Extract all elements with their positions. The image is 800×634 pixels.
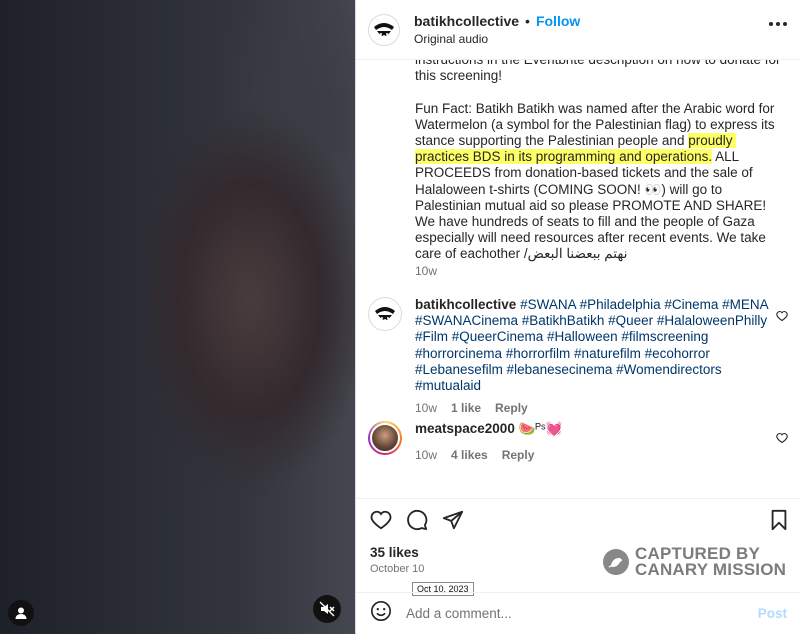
instagram-post-modal: batikhcollective • Follow Original audio… <box>0 0 800 634</box>
post-comment-button[interactable]: Post <box>758 606 787 621</box>
comment-likes[interactable]: 4 likes <box>451 447 488 463</box>
emoji-button[interactable] <box>370 600 392 627</box>
post-date[interactable]: October 10 <box>370 563 424 575</box>
watermark: CAPTURED BY CANARY MISSION <box>603 545 787 579</box>
profile-avatar[interactable] <box>368 13 400 46</box>
post-details-panel: batikhcollective • Follow Original audio… <box>355 0 800 634</box>
post-header: batikhcollective • Follow Original audio <box>356 0 800 60</box>
like-comment-button[interactable] <box>776 309 788 327</box>
likes-count[interactable]: 35 likes <box>370 545 419 560</box>
separator-dot: • <box>525 13 530 29</box>
heart-outline-icon <box>776 432 788 444</box>
follow-button[interactable]: Follow <box>536 13 580 29</box>
watermark-line-2: CANARY MISSION <box>635 560 787 579</box>
like-comment-button[interactable] <box>776 431 788 449</box>
comment-username[interactable]: batikhcollective <box>415 297 516 312</box>
share-button[interactable] <box>442 509 464 536</box>
add-comment-bar: Add a comment... Post <box>356 592 800 634</box>
caption-fun-fact-b: ALL PROCEEDS from donation-based tickets… <box>415 149 770 262</box>
tagged-users-button[interactable] <box>8 600 34 626</box>
user-icon <box>15 607 27 619</box>
post-caption: instructions in the Eventbrite descripti… <box>415 60 785 279</box>
comment-likes[interactable]: 1 like <box>451 400 481 416</box>
video-player[interactable] <box>0 0 355 634</box>
batikh-logo-icon <box>374 22 394 37</box>
caption-intro: instructions in the Eventbrite descripti… <box>415 60 780 84</box>
comment-avatar[interactable] <box>368 421 402 455</box>
comment-avatar[interactable] <box>368 297 402 331</box>
bookmark-icon <box>771 509 787 531</box>
comment-bubble-icon <box>407 509 428 531</box>
save-button[interactable] <box>769 509 789 536</box>
more-options-icon[interactable] <box>769 22 787 26</box>
like-button[interactable] <box>370 509 392 536</box>
post-author-username[interactable]: batikhcollective <box>414 13 519 29</box>
comment-item: meatspace2000 🍉ᴾˢ💓 10w 4 likes Reply <box>368 421 788 462</box>
comment-text: 🍉ᴾˢ💓 <box>518 421 563 436</box>
reply-button[interactable]: Reply <box>495 400 528 416</box>
comments-scroll-area[interactable]: instructions in the Eventbrite descripti… <box>356 60 800 498</box>
post-actions-bar <box>356 498 800 538</box>
comment-button[interactable] <box>406 509 428 536</box>
comment-time[interactable]: 10w <box>415 447 437 463</box>
canary-bird-icon <box>603 549 629 575</box>
caption-timestamp[interactable]: 10w <box>415 264 437 278</box>
add-comment-input[interactable]: Add a comment... <box>406 606 758 621</box>
comment-time[interactable]: 10w <box>415 400 437 416</box>
paper-plane-icon <box>442 510 464 530</box>
heart-icon <box>370 510 392 530</box>
speaker-muted-icon <box>319 601 335 617</box>
audio-label[interactable]: Original audio <box>414 32 580 46</box>
comment-username[interactable]: meatspace2000 <box>415 421 515 436</box>
reply-button[interactable]: Reply <box>502 447 535 463</box>
mute-button[interactable] <box>313 595 341 623</box>
emoji-smile-icon <box>371 601 391 621</box>
heart-outline-icon <box>776 310 788 322</box>
batikh-logo-icon <box>375 307 395 321</box>
